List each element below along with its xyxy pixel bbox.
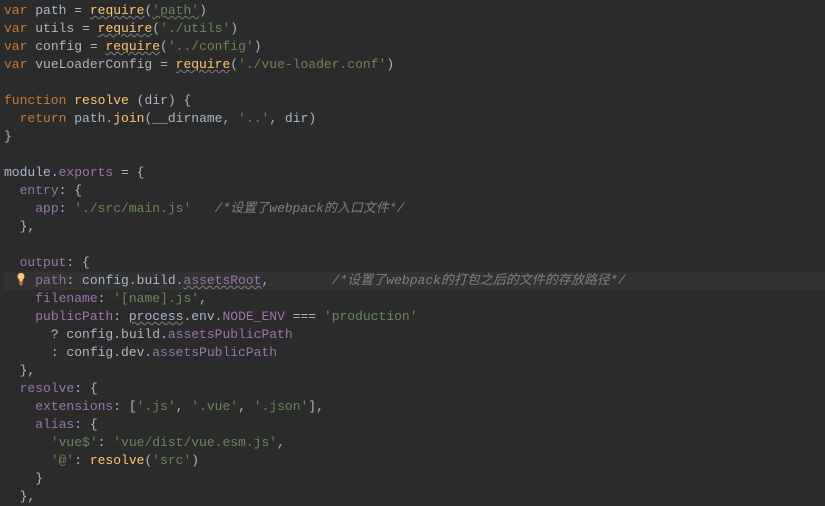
code-line[interactable]: } [4,470,825,488]
keyword-var: var [4,57,27,72]
code-line[interactable]: var config = require('../config') [4,38,825,56]
code-line[interactable] [4,74,825,92]
code-line[interactable]: extensions: ['.js', '.vue', '.json'], [4,398,825,416]
code-line[interactable]: } [4,128,825,146]
code-line[interactable]: var utils = require('./utils') [4,20,825,38]
code-line[interactable] [4,146,825,164]
code-line[interactable]: }, [4,218,825,236]
code-line[interactable]: resolve: { [4,380,825,398]
code-line[interactable]: }, [4,488,825,506]
code-line-active[interactable]: path: config.build.assetsRoot, /*设置了webp… [4,272,825,290]
keyword-var: var [4,21,27,36]
code-line[interactable]: return path.join(__dirname, '..', dir) [4,110,825,128]
comment: /*设置了webpack的打包之后的文件的存放路径*/ [269,273,625,288]
code-line[interactable]: function resolve (dir) { [4,92,825,110]
keyword-var: var [4,3,27,18]
keyword-var: var [4,39,27,54]
code-line[interactable]: app: './src/main.js' /*设置了webpack的入口文件*/ [4,200,825,218]
code-line[interactable]: : config.dev.assetsPublicPath [4,344,825,362]
lightbulb-icon[interactable] [14,272,28,286]
fn-require: require [90,3,145,18]
fn-name: resolve [74,93,129,108]
code-line[interactable]: module.exports = { [4,164,825,182]
code-line[interactable] [4,236,825,254]
code-editor[interactable]: var path = require('path') var utils = r… [0,0,825,506]
keyword-function: function [4,93,66,108]
keyword-return: return [20,111,67,126]
code-line[interactable]: entry: { [4,182,825,200]
code-line[interactable]: alias: { [4,416,825,434]
code-line[interactable]: 'vue$': 'vue/dist/vue.esm.js', [4,434,825,452]
code-line[interactable]: output: { [4,254,825,272]
code-line[interactable]: ? config.build.assetsPublicPath [4,326,825,344]
identifier: path [35,3,66,18]
code-line[interactable]: filename: '[name].js', [4,290,825,308]
code-line[interactable]: }, [4,362,825,380]
comment: /*设置了webpack的入口文件*/ [191,201,404,216]
string: 'path' [152,3,199,18]
code-line[interactable]: var vueLoaderConfig = require('./vue-loa… [4,56,825,74]
code-line[interactable]: '@': resolve('src') [4,452,825,470]
code-line[interactable]: publicPath: process.env.NODE_ENV === 'pr… [4,308,825,326]
code-line[interactable]: var path = require('path') [4,2,825,20]
